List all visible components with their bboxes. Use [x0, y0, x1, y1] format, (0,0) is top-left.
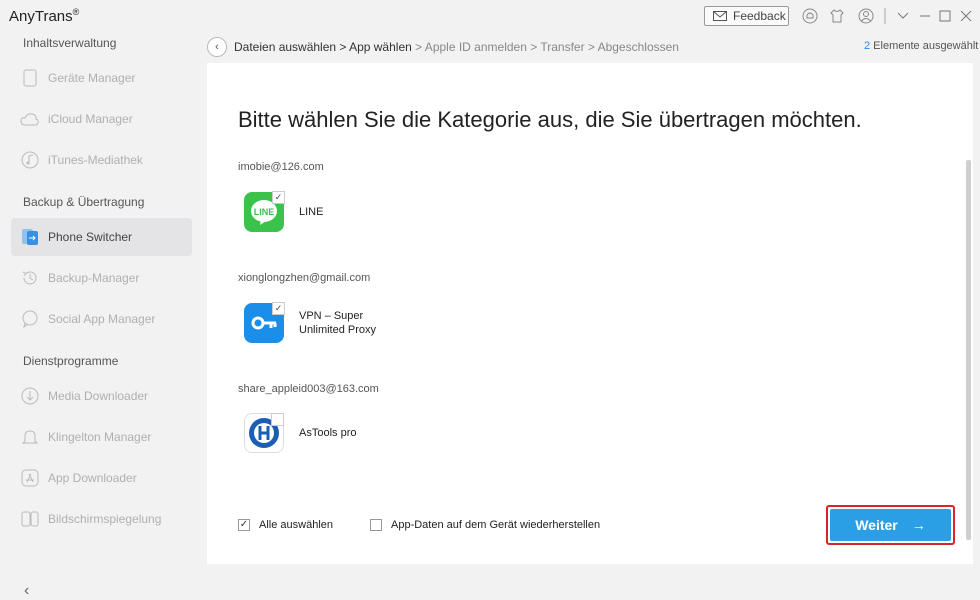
checkbox-checked[interactable]: ✓ [238, 519, 250, 531]
arrow-right-icon: → [911, 517, 926, 533]
selection-count: 2 Elemente ausgewählt [864, 40, 979, 52]
restore-app-data-checkbox[interactable]: App-Daten auf dem Gerät wiederherstellen [370, 519, 600, 531]
section-title-backup: Backup & Übertragung [23, 195, 145, 209]
toolbar-divider [884, 8, 886, 24]
chat-icon [20, 309, 40, 329]
app-item-astools[interactable]: AsTools pro [244, 413, 356, 453]
history-icon [20, 268, 40, 288]
section-title-utilities: Dienstprogramme [23, 354, 119, 368]
scrollbar[interactable] [966, 160, 971, 540]
sidebar-item-screen-mirroring[interactable]: Bildschirmspiegelung [11, 500, 192, 538]
next-button-highlight: Weiter → [826, 505, 955, 545]
checkbox-unchecked[interactable] [370, 519, 382, 531]
cloud-icon [20, 109, 40, 129]
app-name: VPN – Super Unlimited Proxy [299, 310, 377, 336]
sidebar-item-social-app-manager[interactable]: Social App Manager [11, 300, 192, 338]
app-name: AsTools pro [299, 427, 357, 439]
app-item-line[interactable]: LINE ✓ LINE [244, 191, 324, 232]
line-app-icon: LINE ✓ [244, 191, 285, 232]
account-label: share_appleid003@163.com [238, 383, 379, 395]
phone-switch-icon [20, 227, 40, 247]
section-title-content: Inhaltsverwaltung [23, 36, 117, 50]
collapse-sidebar-icon[interactable]: ‹ [24, 582, 29, 600]
sidebar-item-device-manager[interactable]: Geräte Manager [11, 59, 192, 97]
app-store-icon [20, 468, 40, 488]
sidebar-item-ringtone-manager[interactable]: Klingelton Manager [11, 418, 192, 456]
main-panel: Bitte wählen Sie die Kategorie aus, die … [207, 63, 973, 564]
feedback-button[interactable]: Feedback [704, 6, 789, 26]
breadcrumb: Dateien auswählen > App wählen > Apple I… [234, 40, 679, 54]
download-icon [20, 386, 40, 406]
chevron-left-icon: ‹ [215, 41, 219, 53]
mirror-icon [20, 509, 40, 529]
chevron-down-icon[interactable] [893, 6, 913, 26]
sidebar-item-backup-manager[interactable]: Backup-Manager [11, 259, 192, 297]
astools-app-icon [244, 413, 284, 453]
maximize-icon[interactable] [935, 6, 955, 26]
sidebar-item-media-downloader[interactable]: Media Downloader [11, 377, 192, 415]
bell-icon [20, 427, 40, 447]
tshirt-icon[interactable] [827, 6, 847, 26]
account-label: imobie@126.com [238, 161, 324, 173]
phone-icon [20, 68, 40, 88]
page-title: Bitte wählen Sie die Kategorie aus, die … [238, 107, 862, 132]
account-label: xionglongzhen@gmail.com [238, 272, 371, 284]
close-icon[interactable] [956, 6, 976, 26]
sidebar: Inhaltsverwaltung Geräte Manager iCloud … [0, 34, 206, 599]
title-bar: AnyTrans® Feedback [0, 0, 980, 34]
mail-icon [713, 11, 727, 21]
app-item-vpn[interactable]: ✓ VPN – Super Unlimited Proxy [244, 302, 377, 343]
user-icon[interactable] [856, 6, 876, 26]
sidebar-item-app-downloader[interactable]: App Downloader [11, 459, 192, 497]
sidebar-item-phone-switcher[interactable]: Phone Switcher [11, 218, 192, 256]
next-button[interactable]: Weiter → [830, 509, 951, 541]
select-all-checkbox[interactable]: ✓ Alle auswählen [238, 519, 333, 531]
sidebar-item-itunes-library[interactable]: iTunes-Mediathek [11, 141, 192, 179]
bell-icon[interactable] [800, 6, 820, 26]
back-button[interactable]: ‹ [207, 37, 227, 57]
app-checkbox[interactable]: ✓ [272, 191, 285, 204]
minimize-icon[interactable] [915, 6, 935, 26]
sidebar-item-icloud-manager[interactable]: iCloud Manager [11, 100, 192, 138]
vpn-key-app-icon: ✓ [244, 302, 285, 343]
svg-text:LINE: LINE [254, 207, 275, 217]
app-title: AnyTrans® [9, 7, 80, 25]
app-name: LINE [299, 206, 324, 218]
app-checkbox[interactable]: ✓ [272, 302, 285, 315]
app-checkbox[interactable] [271, 413, 284, 426]
music-icon [20, 150, 40, 170]
